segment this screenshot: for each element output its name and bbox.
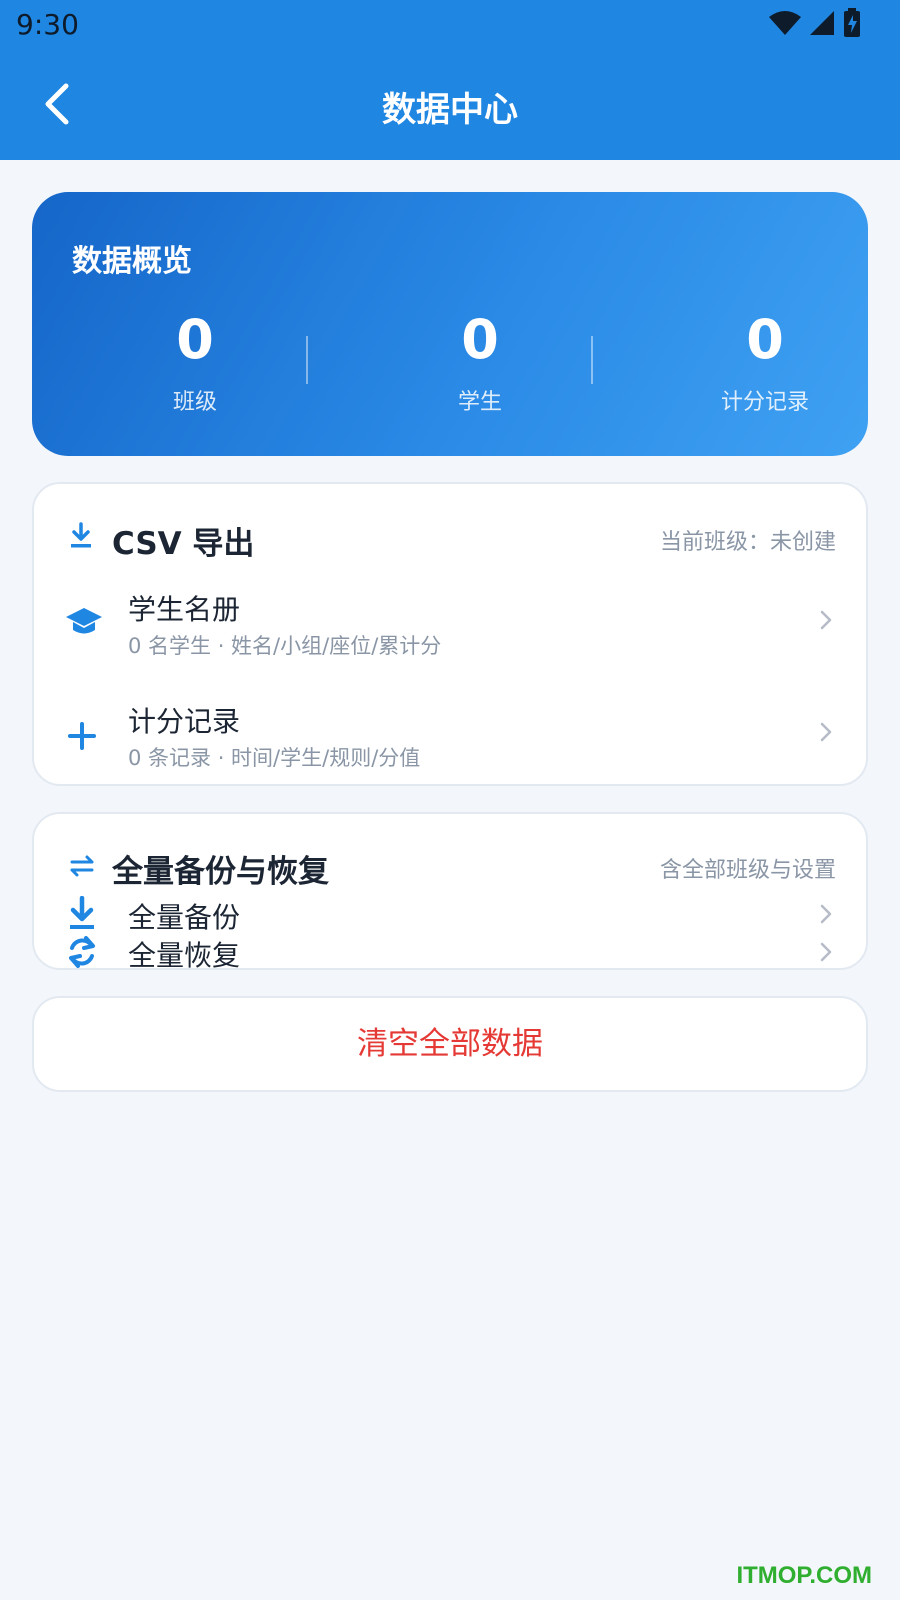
row-title: 学生名册 <box>128 593 241 626</box>
csv-export-card: CSV 导出 当前班级：未创建 学生名册 0 名学生 · 姓名/小组/座位/累计… <box>32 482 868 786</box>
stat-value: 0 <box>176 308 214 371</box>
stat-value: 0 <box>461 308 499 371</box>
full-backup-row[interactable]: 全量备份 <box>34 894 866 934</box>
overview-card: 数据概览 0 班级 0 学生 0 计分记录 <box>32 192 868 456</box>
chevron-right-icon <box>820 610 832 630</box>
graduation-cap-icon <box>66 608 102 634</box>
chevron-right-icon <box>820 942 832 962</box>
wifi-icon <box>769 11 801 35</box>
signal-icon <box>810 11 834 35</box>
backup-restore-card: 全量备份与恢复 含全部班级与设置 全量备份 全量恢复 <box>32 812 868 972</box>
stat-divider <box>591 336 593 384</box>
watermark: ITMOP.COM <box>736 1562 872 1589</box>
clear-all-data-button[interactable]: 清空全部数据 <box>32 996 868 1092</box>
backup-note: 含全部班级与设置 <box>659 858 836 883</box>
full-restore-row[interactable]: 全量恢复 <box>34 932 866 972</box>
current-class-note: 当前班级：未创建 <box>659 530 836 555</box>
download-icon <box>70 896 94 929</box>
battery-icon <box>844 8 860 37</box>
row-subtitle: 0 名学生 · 姓名/小组/座位/累计分 <box>128 634 442 658</box>
refresh-icon <box>69 936 95 968</box>
overview-title: 数据概览 <box>72 244 192 279</box>
swap-arrows-icon <box>70 855 94 877</box>
chevron-right-icon <box>820 904 832 924</box>
stat-divider <box>306 336 308 384</box>
download-icon <box>71 522 91 548</box>
export-student-roster-row[interactable]: 学生名册 0 名学生 · 姓名/小组/座位/累计分 <box>34 580 866 676</box>
chevron-right-icon <box>820 722 832 742</box>
row-subtitle: 0 条记录 · 时间/学生/规则/分值 <box>128 746 421 770</box>
stat-score-records: 0 计分记录 <box>665 310 865 416</box>
page-title: 数据中心 <box>382 90 518 130</box>
stat-label: 计分记录 <box>720 390 809 415</box>
stat-value: 0 <box>746 308 784 371</box>
csv-export-title: CSV 导出 <box>112 526 255 562</box>
export-score-records-row[interactable]: 计分记录 0 条记录 · 时间/学生/规则/分值 <box>34 692 866 788</box>
plus-icon <box>68 722 96 750</box>
row-title: 全量恢复 <box>128 939 241 972</box>
status-time: 9:30 <box>16 8 79 41</box>
stat-label: 学生 <box>457 390 502 415</box>
status-icons <box>768 8 864 38</box>
stat-classes: 0 班级 <box>95 310 295 416</box>
backup-title: 全量备份与恢复 <box>112 854 329 890</box>
stat-students: 0 学生 <box>380 310 580 416</box>
app-bar: 9:30 数据中心 <box>0 0 900 160</box>
row-title: 全量备份 <box>128 901 241 934</box>
stat-label: 班级 <box>172 390 217 415</box>
row-title: 计分记录 <box>128 705 241 738</box>
